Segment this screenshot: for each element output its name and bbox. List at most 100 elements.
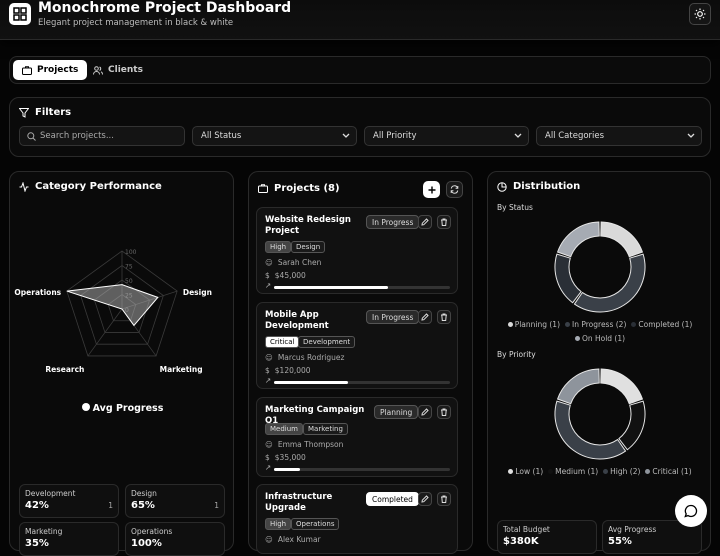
- donut-slice-in-progress: [573, 253, 646, 313]
- search-placeholder: Search projects...: [40, 131, 114, 141]
- projects-heading: Projects (8): [258, 183, 340, 194]
- priority-select[interactable]: All Priority: [364, 126, 529, 146]
- legend-item: Low (1): [508, 467, 543, 476]
- distribution-panel: Distribution By Status Planning (1) In Pr…: [487, 171, 711, 554]
- stat-label: Total Budget: [503, 525, 550, 534]
- chat-button[interactable]: [675, 495, 707, 527]
- activity-icon: [19, 181, 29, 192]
- project-card[interactable]: Marketing Campaign Q1 Planning Medium Ma…: [256, 397, 458, 477]
- status-badge: In Progress: [366, 310, 420, 324]
- user-icon: ☺: [265, 258, 273, 267]
- pencil-icon: [421, 408, 429, 416]
- donut-slice-completed: [554, 253, 582, 304]
- users-icon: [93, 65, 103, 75]
- tab-projects[interactable]: Projects: [13, 60, 88, 80]
- delete-button[interactable]: [437, 215, 451, 229]
- status-badge: Planning: [374, 405, 419, 419]
- donut-slice-medium: [618, 400, 646, 451]
- category-select-value: All Categories: [545, 131, 605, 141]
- edit-button[interactable]: [418, 215, 432, 229]
- tab-projects-label: Projects: [37, 65, 79, 75]
- project-card[interactable]: Mobile App Development In Progress Criti…: [256, 302, 458, 389]
- plus-icon: [428, 186, 435, 193]
- edit-button[interactable]: [418, 405, 432, 419]
- budget-value: $120,000: [274, 366, 311, 375]
- legend-swatch: [603, 469, 609, 474]
- delete-button[interactable]: [437, 492, 451, 506]
- delete-button[interactable]: [437, 405, 451, 419]
- category-stat-operations: Operations 100%: [125, 522, 225, 556]
- project-card[interactable]: Website Redesign Project In Progress Hig…: [256, 207, 458, 294]
- distribution-title: Distribution: [513, 181, 581, 192]
- stat-label: Design: [131, 489, 157, 498]
- tab-clients[interactable]: Clients: [84, 60, 152, 80]
- radar-chart: 1007550250DevelopmentDesignMarketingRese…: [14, 249, 212, 374]
- sun-icon: [694, 8, 706, 20]
- radar-axis-label: Design: [183, 288, 212, 297]
- radar-axis-label: Operations: [14, 288, 61, 297]
- stat-value: 55%: [608, 536, 632, 547]
- radar-axis-label: Marketing: [160, 365, 203, 374]
- priority-tag: Medium: [265, 423, 303, 435]
- avg-progress-title: Avg Progress: [92, 403, 164, 414]
- project-budget: $ $45,000: [265, 271, 306, 280]
- theme-toggle-button[interactable]: [689, 3, 711, 25]
- refresh-button[interactable]: [446, 181, 463, 198]
- legend-item: On Hold (1): [574, 334, 625, 343]
- legend-swatch: [645, 469, 651, 474]
- owner-name: Sarah Chen: [277, 258, 322, 267]
- stat-label: Operations: [131, 527, 173, 536]
- category-performance-panel: Category Performance 1007550250Developme…: [9, 171, 234, 556]
- priority-tag: High: [265, 241, 292, 253]
- budget-value: $35,000: [274, 453, 306, 462]
- status-select[interactable]: All Status: [192, 126, 357, 146]
- chevron-down-icon: [342, 133, 350, 138]
- pencil-icon: [421, 313, 429, 321]
- trash-icon: [441, 218, 447, 226]
- donut-slice-low: [600, 368, 644, 405]
- category-tag: Development: [298, 336, 356, 348]
- legend-item: In Progress (2): [565, 320, 626, 329]
- legend-label: Completed (1): [638, 320, 693, 329]
- dollar-icon: $: [265, 271, 270, 280]
- project-card[interactable]: Infrastructure Upgrade Completed High Op…: [256, 484, 458, 554]
- edit-button[interactable]: [418, 310, 432, 324]
- progress-bar: [274, 381, 450, 384]
- legend-label: Medium (1): [555, 467, 599, 476]
- trend-icon: ↗: [265, 376, 272, 385]
- category-stat-design: Design 65% 1: [125, 484, 225, 518]
- dollar-icon: $: [265, 453, 270, 462]
- project-budget: $ $120,000: [265, 366, 311, 375]
- progress-fill: [274, 286, 389, 289]
- donut-slice-high: [554, 400, 627, 460]
- edit-button[interactable]: [418, 492, 432, 506]
- legend-swatch: [574, 336, 580, 341]
- pencil-icon: [421, 495, 429, 503]
- status-legend: Planning (1) In Progress (2) Completed (1)…: [498, 320, 702, 343]
- dollar-icon: $: [265, 366, 270, 375]
- legend-item: Completed (1): [631, 320, 692, 329]
- legend-dot: [81, 403, 90, 411]
- stat-count: 1: [108, 501, 113, 510]
- chat-bubble-icon: [684, 504, 698, 518]
- status-badge: In Progress: [366, 215, 420, 229]
- donut-slice-on-hold: [556, 221, 600, 258]
- total-budget-stat: Total Budget $380K: [497, 520, 597, 554]
- chevron-down-icon: [514, 133, 522, 138]
- radar-tick-label: 50: [125, 278, 133, 285]
- priority-donut-chart: [554, 368, 646, 460]
- category-stat-marketing: Marketing 35%: [19, 522, 119, 556]
- delete-button[interactable]: [437, 310, 451, 324]
- project-name: Mobile App Development: [265, 310, 329, 331]
- pie-chart-icon: [497, 181, 507, 192]
- status-donut-chart: [554, 221, 646, 313]
- search-input[interactable]: Search projects...: [19, 126, 185, 146]
- category-tag: Design: [291, 241, 326, 253]
- briefcase-icon: [22, 65, 32, 75]
- by-priority-label: By Priority: [497, 350, 536, 359]
- add-project-button[interactable]: [423, 181, 440, 198]
- category-tag: Operations: [291, 518, 340, 530]
- stat-label: Avg Progress: [608, 525, 657, 534]
- radar-tick-label: 100: [125, 249, 137, 256]
- category-select[interactable]: All Categories: [536, 126, 702, 146]
